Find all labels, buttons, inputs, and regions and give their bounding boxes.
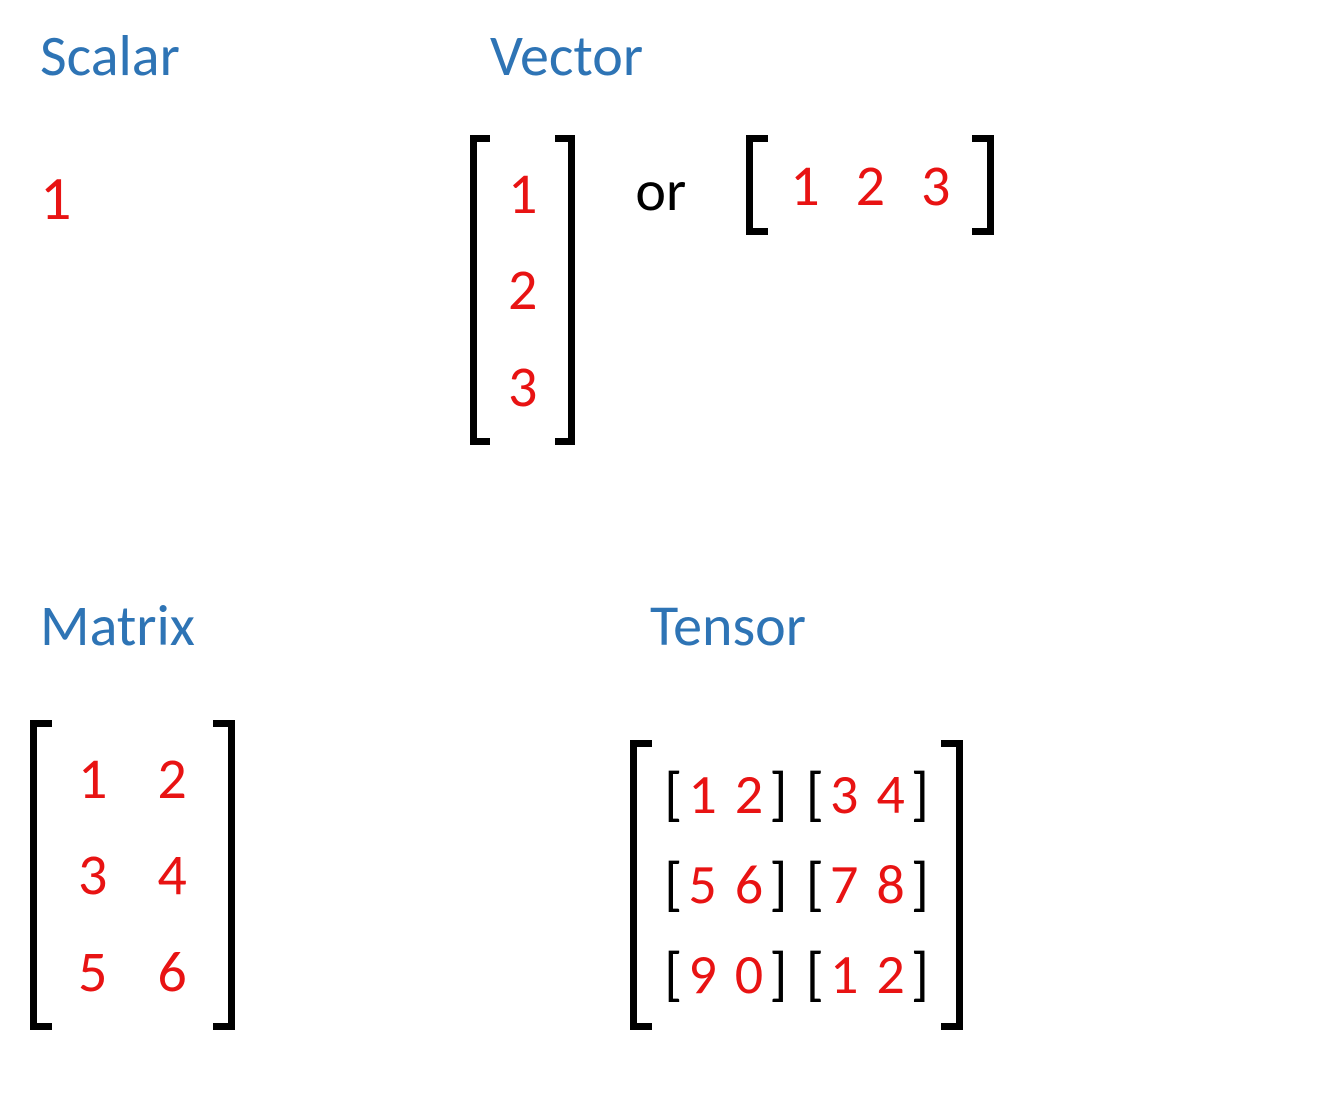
left-bracket-icon — [30, 720, 52, 1030]
matrix-row: 1 2 — [78, 743, 187, 814]
tensor-pair: [ 1 2 ] — [806, 941, 930, 1009]
left-sub-bracket-icon: [ — [806, 945, 824, 1005]
vector-area: 1 2 3 or 1 2 3 — [470, 135, 994, 445]
row-vector: 1 2 3 — [746, 135, 994, 235]
left-sub-bracket-icon: [ — [806, 855, 824, 915]
tensor-row: [ 1 2 ] [ 3 4 ] — [664, 761, 929, 829]
tensor-cell: 1 — [830, 941, 858, 1009]
matrix-cell: 2 — [157, 743, 186, 814]
vector-column-value: 2 — [508, 254, 537, 325]
matrix-cell: 3 — [78, 839, 107, 910]
tensor-cell: 3 — [830, 761, 858, 829]
right-sub-bracket-icon: ] — [911, 855, 929, 915]
left-bracket-icon — [746, 135, 768, 235]
tensor-pair: [ 3 4 ] — [806, 761, 930, 829]
left-bracket-icon — [630, 740, 652, 1030]
matrix-cell: 4 — [157, 839, 186, 910]
tensor-cell: 7 — [830, 851, 858, 919]
left-sub-bracket-icon: [ — [664, 855, 682, 915]
scalar-value: 1 — [40, 160, 71, 236]
tensor-title: Tensor — [650, 590, 806, 661]
matrix-cell: 5 — [78, 936, 107, 1007]
tensor-cell: 2 — [876, 941, 904, 1009]
tensor-cell: 9 — [688, 941, 716, 1009]
matrix-cell: 6 — [157, 936, 186, 1007]
vector-column-value: 1 — [508, 158, 537, 229]
scalar-title: Scalar — [40, 20, 180, 91]
matrix-title: Matrix — [40, 590, 195, 661]
matrix-cell: 1 — [78, 743, 107, 814]
tensor-cell: 0 — [735, 941, 763, 1009]
matrix-row: 5 6 — [78, 936, 187, 1007]
tensor-pair: [ 7 8 ] — [806, 851, 930, 919]
tensor-cell: 6 — [735, 851, 763, 919]
tensor-area: [ 1 2 ] [ 3 4 ] [ 5 6 — [630, 740, 963, 1030]
vector-row-value: 2 — [856, 150, 885, 221]
vector-title: Vector — [490, 20, 643, 91]
matrix-area: 1 2 3 4 5 6 — [30, 720, 235, 1030]
right-bracket-icon — [555, 135, 575, 445]
tensor-row: [ 5 6 ] [ 7 8 ] — [664, 851, 929, 919]
left-bracket-icon — [470, 135, 490, 445]
right-sub-bracket-icon: ] — [769, 765, 787, 825]
vector-row-value: 1 — [790, 150, 819, 221]
tensor-cell: 5 — [688, 851, 716, 919]
right-bracket-icon — [972, 135, 994, 235]
right-sub-bracket-icon: ] — [769, 855, 787, 915]
tensor-cell: 2 — [735, 761, 763, 829]
left-sub-bracket-icon: [ — [664, 945, 682, 1005]
left-sub-bracket-icon: [ — [664, 765, 682, 825]
tensor-pair: [ 1 2 ] — [664, 761, 788, 829]
right-bracket-icon — [941, 740, 963, 1030]
tensor-row: [ 9 0 ] [ 1 2 ] — [664, 941, 929, 1009]
tensor-cell: 4 — [876, 761, 904, 829]
tensor-pair: [ 5 6 ] — [664, 851, 788, 919]
right-sub-bracket-icon: ] — [911, 765, 929, 825]
or-label: or — [635, 155, 686, 226]
column-vector: 1 2 3 — [470, 135, 575, 445]
tensor-cell: 8 — [876, 851, 904, 919]
tensor-pair: [ 9 0 ] — [664, 941, 788, 1009]
tensor-cell: 1 — [688, 761, 716, 829]
vector-row-value: 3 — [921, 150, 950, 221]
right-sub-bracket-icon: ] — [911, 945, 929, 1005]
matrix-row: 3 4 — [78, 839, 187, 910]
left-sub-bracket-icon: [ — [806, 765, 824, 825]
right-sub-bracket-icon: ] — [769, 945, 787, 1005]
vector-column-value: 3 — [508, 351, 537, 422]
right-bracket-icon — [213, 720, 235, 1030]
